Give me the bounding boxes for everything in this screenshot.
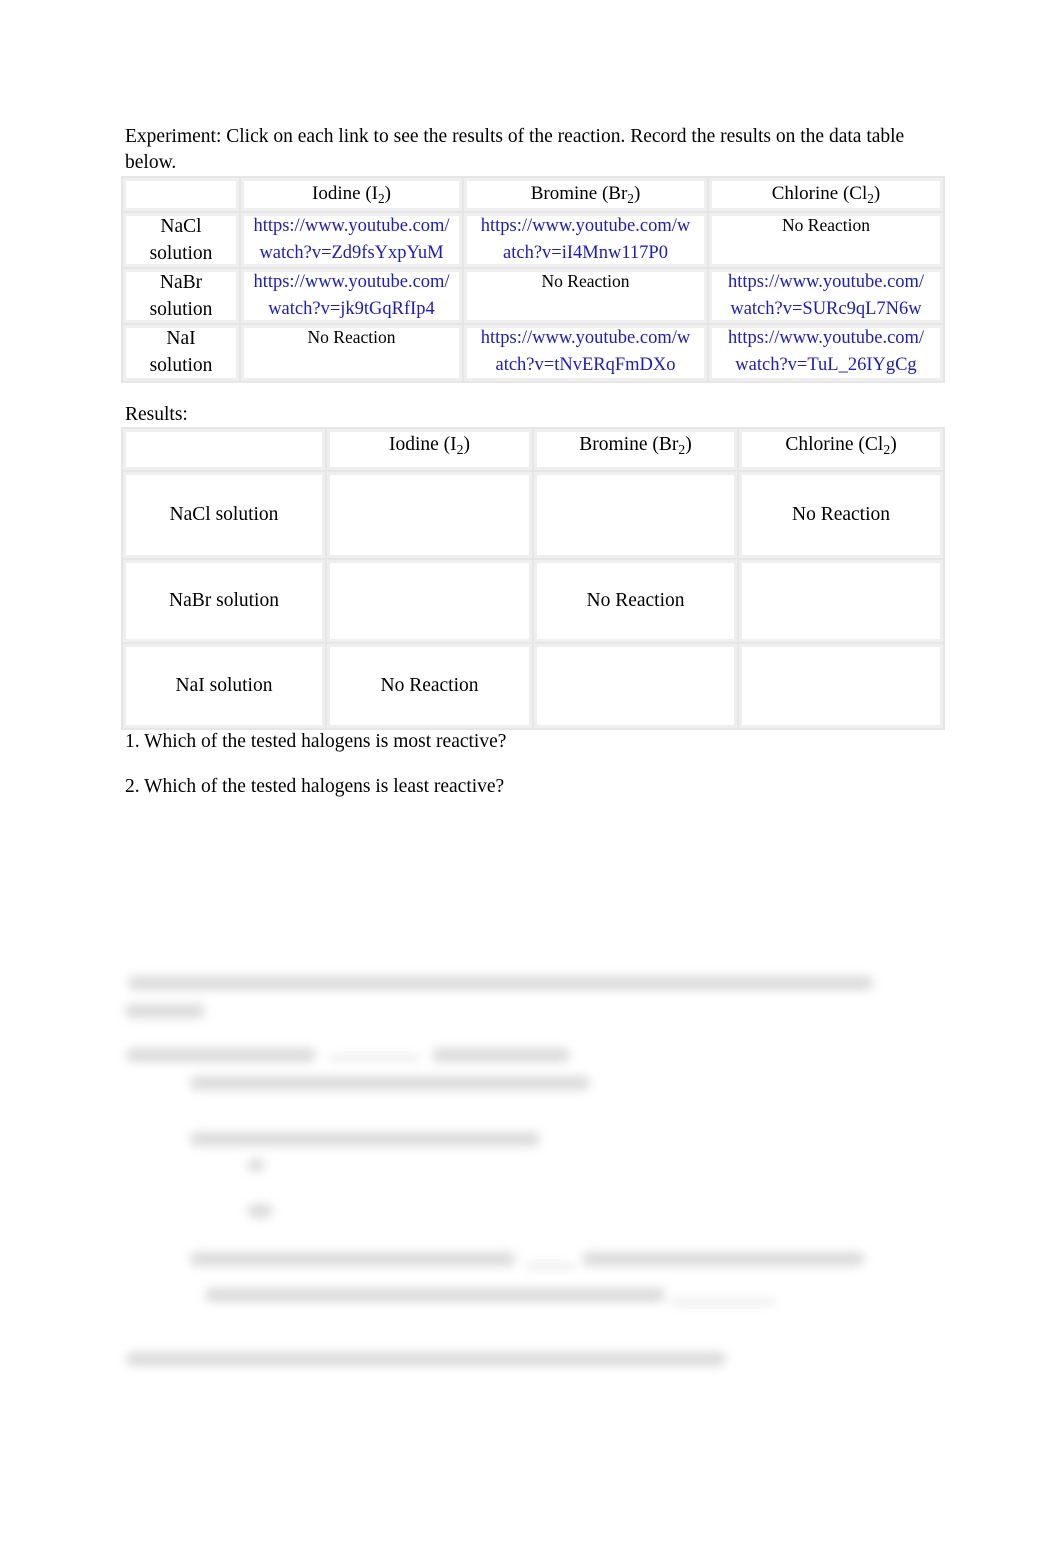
- cell-nabr-chlorine: https://www.youtube.com/watch?v=SURc9qL7…: [707, 267, 945, 325]
- blurred-blank-line: [330, 1056, 420, 1060]
- blurred-text-line: [582, 1252, 864, 1266]
- cell-nacl-iodine: https://www.youtube.com/watch?v=Zd9fsYxp…: [239, 211, 464, 269]
- cell-nai-iodine: No Reaction: [239, 323, 464, 383]
- blurred-text-line: [126, 1048, 316, 1062]
- question-1: 1. Which of the tested halogens is most …: [125, 731, 507, 752]
- cell-nabr-iodine: https://www.youtube.com/watch?v=jk9tGqRf…: [239, 267, 464, 325]
- video-link[interactable]: https://www.youtube.com/watch?v=SURc9qL7…: [728, 272, 924, 319]
- experiment-header-iodine: Iodine (I2): [239, 176, 464, 213]
- row-label: NaCl solution: [121, 211, 241, 269]
- results-row-nabr: NaBr solution No Reaction: [121, 558, 945, 644]
- experiment-instructions: Experiment: Click on each link to see th…: [125, 126, 905, 173]
- results-header-iodine: Iodine (I2): [325, 427, 534, 472]
- blurred-text-line: [125, 1004, 205, 1018]
- experiment-row-nai: NaI solution No Reaction https://www.yout…: [121, 323, 945, 383]
- row-label: NaCl solution: [121, 470, 327, 560]
- video-link[interactable]: https://www.youtube.com/watch?v=jk9tGqRf…: [253, 272, 449, 319]
- results-header-bromine: Bromine (Br2): [532, 427, 739, 472]
- cell-nabr-bromine: No Reaction: [462, 267, 709, 325]
- row-label: NaI solution: [121, 323, 241, 383]
- results-header-row: Iodine (I2) Bromine (Br2) Chlorine (Cl2): [121, 427, 945, 472]
- video-link[interactable]: https://www.youtube.com/w atch?v=tNvERqFm…: [481, 328, 690, 375]
- experiment-header-row: Iodine (I2) Bromine (Br2) Chlorine (Cl2): [121, 176, 945, 213]
- results-cell-nacl-iodine[interactable]: [325, 470, 534, 560]
- results-cell-nai-chlorine[interactable]: [737, 642, 945, 730]
- cell-nai-chlorine: https://www.youtube.com/watch?v=TuL_26IY…: [707, 323, 945, 383]
- results-cell-nai-iodine: No Reaction: [325, 642, 534, 730]
- results-cell-nacl-bromine[interactable]: [532, 470, 739, 560]
- experiment-header-bromine: Bromine (Br2): [462, 176, 709, 213]
- experiment-table: Iodine (I2) Bromine (Br2) Chlorine (Cl2)…: [121, 176, 945, 383]
- video-link[interactable]: https://www.youtube.com/watch?v=Zd9fsYxp…: [253, 216, 449, 263]
- results-cell-nabr-iodine[interactable]: [325, 558, 534, 644]
- experiment-header-chlorine: Chlorine (Cl2): [707, 176, 945, 213]
- experiment-header-empty: [121, 176, 241, 213]
- blurred-text-line: [190, 1132, 540, 1146]
- blurred-text-line: [190, 1252, 515, 1266]
- video-link[interactable]: https://www.youtube.com/watch?v=TuL_26IY…: [728, 328, 924, 375]
- cell-nacl-bromine: https://www.youtube.com/w atch?v=iI4Mnw11…: [462, 211, 709, 269]
- blurred-text-line: [126, 1352, 726, 1366]
- results-header-chlorine: Chlorine (Cl2): [737, 427, 945, 472]
- results-row-nai: NaI solution No Reaction: [121, 642, 945, 730]
- results-cell-nacl-chlorine: No Reaction: [737, 470, 945, 560]
- results-cell-nai-bromine[interactable]: [532, 642, 739, 730]
- blurred-text-line: [128, 976, 873, 990]
- blurred-blank-line: [670, 1300, 775, 1304]
- experiment-row-nabr: NaBr solution https://www.youtube.com/wat…: [121, 267, 945, 325]
- cell-nacl-chlorine: No Reaction: [707, 211, 945, 269]
- row-label: NaBr solution: [121, 558, 327, 644]
- document-page: Experiment: Click on each link to see th…: [0, 0, 1062, 1556]
- experiment-row-nacl: NaCl solution https://www.youtube.com/wat…: [121, 211, 945, 269]
- blurred-text-line: [432, 1048, 570, 1062]
- row-label: NaI solution: [121, 642, 327, 730]
- results-heading: Results:: [125, 404, 188, 425]
- video-link[interactable]: https://www.youtube.com/w atch?v=iI4Mnw11…: [481, 216, 690, 263]
- question-2: 2. Which of the tested halogens is least…: [125, 776, 505, 797]
- row-label: NaBr solution: [121, 267, 241, 325]
- blurred-text-line: [190, 1076, 590, 1090]
- results-cell-nabr-chlorine[interactable]: [737, 558, 945, 644]
- blurred-text-line: [248, 1158, 264, 1172]
- cell-nai-bromine: https://www.youtube.com/w atch?v=tNvERqFm…: [462, 323, 709, 383]
- results-table: Iodine (I2) Bromine (Br2) Chlorine (Cl2)…: [121, 427, 945, 730]
- blurred-text-line: [248, 1204, 272, 1218]
- results-row-nacl: NaCl solution No Reaction: [121, 470, 945, 560]
- results-cell-nabr-bromine: No Reaction: [532, 558, 739, 644]
- blurred-text-line: [205, 1288, 665, 1302]
- results-header-empty: [121, 427, 327, 472]
- blurred-blank-line: [525, 1264, 575, 1268]
